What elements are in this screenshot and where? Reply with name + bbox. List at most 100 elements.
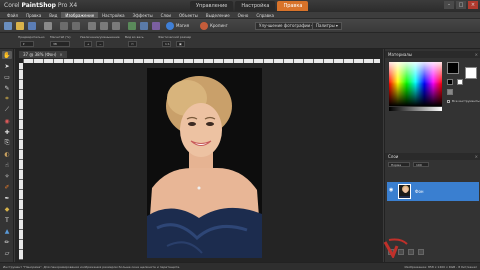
close-button[interactable]: ×: [468, 1, 478, 9]
layers-close-icon[interactable]: ×: [475, 153, 478, 160]
image-info-icon[interactable]: [152, 22, 160, 30]
menu-layers[interactable]: Слои: [157, 12, 175, 18]
foreground-color-swatch[interactable]: [447, 62, 459, 74]
layer-options: Норма 100: [388, 162, 429, 167]
menu-adjust[interactable]: Настройка: [98, 12, 128, 18]
resize-icon[interactable]: [128, 22, 136, 30]
print-icon[interactable]: [44, 22, 52, 30]
grayscale-strip[interactable]: [389, 107, 442, 111]
checkbox-box[interactable]: [447, 99, 450, 103]
fill-bucket-icon[interactable]: ◆: [2, 205, 12, 213]
menu-image[interactable]: Изображение: [61, 12, 99, 18]
palettes-dropdown[interactable]: Палитры ▾: [312, 22, 342, 30]
app-title-suffix: Pro X4: [55, 2, 78, 9]
portrait-photo: [147, 68, 262, 258]
eyedropper-tool-icon[interactable]: ✎: [2, 84, 12, 92]
airbrush-icon[interactable]: ✒: [2, 194, 12, 202]
maximize-button[interactable]: □: [456, 1, 466, 9]
redo-icon[interactable]: [72, 22, 80, 30]
pen-tool-icon[interactable]: ✏: [2, 238, 12, 246]
tab-adjust[interactable]: Настройка: [235, 1, 276, 11]
text-tool-icon[interactable]: T: [2, 216, 12, 224]
background-color-swatch[interactable]: [465, 67, 477, 79]
cut-icon[interactable]: [88, 22, 96, 30]
straighten-tool-icon[interactable]: ⟋: [2, 106, 12, 114]
menu-file[interactable]: Файл: [3, 12, 22, 18]
menu-objects[interactable]: Объекты: [175, 12, 202, 18]
magic-label[interactable]: Магия: [176, 23, 189, 28]
layer-thumbnail-image: [399, 185, 410, 198]
background-mini-swatch[interactable]: [457, 79, 463, 85]
red-eye-tool-icon[interactable]: ◉: [2, 117, 12, 125]
actual-size-button[interactable]: 1:1: [162, 41, 171, 47]
fit-view-label: Вид во весь: [125, 35, 144, 39]
close-document-icon[interactable]: ×: [59, 52, 62, 57]
materials-title: Материалы: [388, 52, 412, 57]
blend-mode-select[interactable]: Норма: [388, 162, 410, 167]
menu-effects[interactable]: Эффекты: [129, 12, 157, 18]
tab-edit[interactable]: Правка: [277, 1, 309, 11]
delete-layer-icon[interactable]: [418, 249, 424, 255]
tab-manage[interactable]: Управление: [190, 1, 234, 11]
layers-title: Слои: [388, 154, 399, 159]
zoom-out-button[interactable]: −: [96, 41, 104, 47]
dodge-tool-icon[interactable]: ◐: [2, 150, 12, 158]
status-bar: Инструмент "Панорама". Для панорамирован…: [0, 262, 480, 270]
selection-tool-icon[interactable]: ▭: [2, 73, 12, 81]
zoom-input[interactable]: 38: [50, 41, 70, 47]
new-file-icon[interactable]: [4, 22, 12, 30]
smudge-tool-icon[interactable]: ☝: [2, 161, 12, 169]
standard-toolbar: Магия Кропинг Улучшение фотографии ▾ Пал…: [0, 19, 480, 33]
enhance-photo-dropdown[interactable]: Улучшение фотографии ▾: [255, 22, 318, 30]
zoom-label: Масштаб (%):: [50, 35, 72, 39]
magic-icon[interactable]: [166, 22, 174, 30]
zoom-in-button[interactable]: +: [84, 41, 92, 47]
crop-tool-icon[interactable]: ⌗: [2, 95, 12, 103]
menu-bar: Файл Правка Вид Изображение Настройка Эф…: [0, 12, 480, 19]
window-controls: – □ ×: [444, 1, 478, 9]
save-icon[interactable]: [28, 22, 36, 30]
document-area: 37 @ 38% (Фон) ×: [15, 49, 383, 262]
menu-window[interactable]: Окно: [234, 12, 253, 18]
undo-icon[interactable]: [60, 22, 68, 30]
makeover-tool-icon[interactable]: ✚: [2, 128, 12, 136]
all-tools-checkbox[interactable]: Все инструменты: [447, 99, 480, 103]
menu-selections[interactable]: Выделение: [202, 12, 234, 18]
document-tab[interactable]: 37 @ 38% (Фон) ×: [19, 51, 67, 58]
materials-close-icon[interactable]: ×: [475, 51, 478, 58]
rotate-icon[interactable]: [140, 22, 148, 30]
right-palettes: Материалы × Все инструменты Слои × Норма…: [384, 49, 480, 262]
pick-tool-icon[interactable]: ➤: [2, 62, 12, 70]
visibility-eye-icon[interactable]: ◉: [389, 188, 394, 193]
menu-help[interactable]: Справка: [252, 12, 278, 18]
layer-thumbnail: [398, 184, 411, 199]
app-title-prefix: Corel: [4, 2, 22, 9]
minimize-button[interactable]: –: [444, 1, 454, 9]
clone-brush-icon[interactable]: ⎘: [2, 139, 12, 147]
copy-icon[interactable]: [100, 22, 108, 30]
zoom-inout-label: Увеличение/уменьшение: [80, 35, 120, 39]
paste-icon[interactable]: [112, 22, 120, 30]
actual-size-label: Фактический размер: [158, 35, 192, 39]
foreground-mini-swatch[interactable]: [447, 79, 453, 85]
color-spectrum[interactable]: [389, 62, 442, 106]
photo-canvas[interactable]: [147, 68, 262, 258]
shape-tool-icon[interactable]: ▲: [2, 227, 12, 235]
crop-label[interactable]: Кропинг: [210, 23, 228, 28]
menu-view[interactable]: Вид: [45, 12, 61, 18]
fit-window-button[interactable]: ▭: [128, 41, 137, 47]
layer-row[interactable]: ◉ Фон: [387, 182, 479, 201]
eraser-tool-icon[interactable]: ▱: [2, 249, 12, 257]
open-folder-icon[interactable]: [16, 22, 24, 30]
paint-brush-icon[interactable]: ✐: [2, 183, 12, 191]
fit-screen-button[interactable]: ▣: [176, 41, 185, 47]
preset-picker[interactable]: ▾: [20, 41, 34, 47]
swap-colors-icon[interactable]: [447, 89, 453, 95]
crop-icon[interactable]: [200, 22, 208, 30]
title-bar: Corel PaintShop Pro X4 Управление Настро…: [0, 0, 480, 12]
opacity-input[interactable]: 100: [413, 162, 429, 167]
menu-edit[interactable]: Правка: [22, 12, 45, 18]
pan-tool-icon[interactable]: ✋: [2, 51, 12, 59]
lighten-tool-icon[interactable]: ✧: [2, 172, 12, 180]
layer-name[interactable]: Фон: [415, 189, 424, 194]
